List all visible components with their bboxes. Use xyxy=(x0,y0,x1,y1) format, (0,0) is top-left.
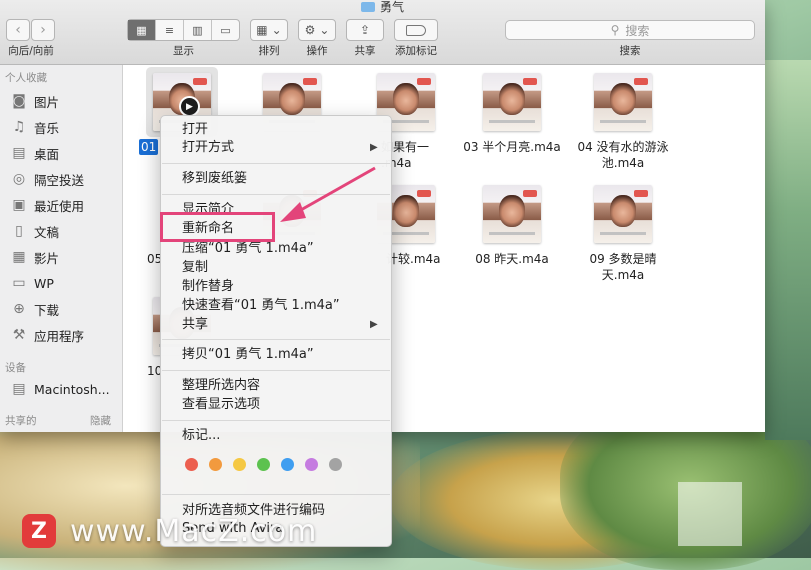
hard-drive-icon: ▤ xyxy=(12,381,26,397)
pointer-arrow-icon xyxy=(280,166,376,222)
tag-color-dot[interactable] xyxy=(209,458,222,471)
menu-item-copy[interactable]: 拷贝“01 勇气 1.m4a” xyxy=(182,346,314,364)
menu-separator xyxy=(162,494,390,495)
sidebar-item-music[interactable]: ♫ 音乐 xyxy=(10,117,59,137)
search-field[interactable]: ⚲ 搜索 xyxy=(505,20,755,40)
sidebar-item-documents[interactable]: ▯ 文稿 xyxy=(10,221,59,241)
menu-item-make-alias[interactable]: 制作替身 xyxy=(182,278,234,296)
wallpaper-area xyxy=(765,60,811,440)
menu-item-view-options[interactable]: 查看显示选项 xyxy=(182,396,260,414)
album-art-thumbnail xyxy=(483,185,541,243)
sidebar-item-desktop[interactable]: ▤ 桌面 xyxy=(10,143,59,163)
favorites-header: 个人收藏 xyxy=(5,72,47,84)
search-label: 搜索 xyxy=(619,45,641,57)
tag-color-dot[interactable] xyxy=(305,458,318,471)
recents-icon: ▣ xyxy=(12,197,26,213)
camera-icon: ◙ xyxy=(12,93,26,109)
sidebar-item-applications[interactable]: ⚒ 应用程序 xyxy=(10,325,84,345)
sidebar-item-pictures[interactable]: ◙ 图片 xyxy=(10,91,59,111)
share-icon: ⇪ xyxy=(359,23,371,37)
menu-item-compress[interactable]: 压缩“01 勇气 1.m4a” xyxy=(182,240,314,258)
tag-color-dot[interactable] xyxy=(233,458,246,471)
devices-header: 设备 xyxy=(5,362,26,374)
download-icon: ⊕ xyxy=(13,301,25,317)
gallery-view-icon[interactable]: ▭ xyxy=(212,20,239,40)
tag-color-dot[interactable] xyxy=(329,458,342,471)
music-note-icon: ♫ xyxy=(12,119,26,135)
tag-color-dot[interactable] xyxy=(281,458,294,471)
desktop-icon: ▤ xyxy=(12,145,26,161)
file-item[interactable]: 04 没有水的游泳 池.m4a xyxy=(568,73,678,171)
back-button[interactable]: ‹ xyxy=(6,19,30,41)
folder-icon: ▭ xyxy=(12,275,26,291)
tag-color-dot[interactable] xyxy=(185,458,198,471)
watermark-logo: Z xyxy=(22,514,56,548)
menu-item-open[interactable]: 打开 xyxy=(182,121,208,139)
folder-icon xyxy=(360,2,375,12)
watermark-text: www.MacZ.com xyxy=(70,513,318,549)
submenu-arrow-icon: ▶ xyxy=(370,142,378,153)
sidebar: 个人收藏 ◙ 图片 ♫ 音乐 ▤ 桌面 ◎ 隔空投送 ▣ 最近使用 ▯ 文稿 ▦ 影片 ▭ WP… xyxy=(0,65,123,432)
view-mode-selector[interactable]: ▦ ≡ ▥ ▭ xyxy=(127,19,240,41)
forward-button[interactable]: › xyxy=(31,19,55,41)
tag-color-dot[interactable] xyxy=(257,458,270,471)
file-item[interactable]: 03 半个月亮.m4a xyxy=(457,73,567,155)
album-art-thumbnail xyxy=(483,73,541,131)
sidebar-item-recents[interactable]: ▣ 最近使用 xyxy=(10,195,84,215)
arrange-button[interactable]: ▦ ⌄ xyxy=(250,19,288,41)
display-label: 显示 xyxy=(173,45,194,57)
icon-view-icon[interactable]: ▦ xyxy=(128,20,156,40)
sidebar-item-airdrop[interactable]: ◎ 隔空投送 xyxy=(10,169,84,189)
search-icon: ⚲ xyxy=(610,23,620,37)
tag-button[interactable] xyxy=(394,19,438,41)
sidebar-item-downloads[interactable]: ⊕ 下载 xyxy=(10,299,59,319)
play-icon[interactable]: ▶ xyxy=(179,96,200,117)
file-item[interactable]: 08 昨天.m4a xyxy=(457,185,567,267)
column-view-icon[interactable]: ▥ xyxy=(184,20,212,40)
rename-highlight-box xyxy=(160,212,275,242)
hide-toggle[interactable]: 隐藏 xyxy=(90,413,111,428)
chevron-down-icon: ⌄ xyxy=(319,23,330,37)
menu-item-clean-up[interactable]: 整理所选内容 xyxy=(182,377,260,395)
menu-separator xyxy=(162,420,390,421)
action-button[interactable]: ⚙ ⌄ xyxy=(298,19,336,41)
grid-icon: ▦ xyxy=(256,23,268,37)
watermark: Z www.MacZ.com xyxy=(22,508,317,554)
airdrop-icon: ◎ xyxy=(12,171,26,187)
menu-separator xyxy=(162,370,390,371)
menu-item-tags[interactable]: 标记... xyxy=(182,427,220,445)
menu-item-duplicate[interactable]: 复制 xyxy=(182,259,208,277)
document-icon: ▯ xyxy=(15,223,23,239)
toolbar: 勇气 ‹ › 向后/向前 ▦ ≡ ▥ ▭ 显示 ▦ ⌄ 排列 ⚙ ⌄ 操作 ⇪ 共享… xyxy=(0,0,765,65)
list-view-icon[interactable]: ≡ xyxy=(156,20,184,40)
action-label: 操作 xyxy=(306,45,328,57)
menu-item-move-to-trash[interactable]: 移到废纸篓 xyxy=(182,170,247,188)
menu-item-open-with[interactable]: 打开方式 xyxy=(182,139,234,157)
shared-header: 共享的 xyxy=(5,415,37,427)
nav-label: 向后/向前 xyxy=(8,45,54,57)
chevron-down-icon: ⌄ xyxy=(271,23,282,37)
menu-item-share[interactable]: 共享 xyxy=(182,316,208,334)
watermark-square xyxy=(678,482,742,546)
sidebar-item-macintosh[interactable]: ▤ Macintosh... xyxy=(10,379,109,399)
gear-icon: ⚙ xyxy=(304,23,316,37)
arrange-label: 排列 xyxy=(258,45,280,57)
menu-item-quick-look[interactable]: 快速查看“01 勇气 1.m4a” xyxy=(182,297,340,315)
file-item[interactable]: 09 多数是晴 天.m4a xyxy=(568,185,678,283)
album-art-thumbnail xyxy=(594,185,652,243)
share-label: 共享 xyxy=(354,45,376,57)
tag-icon xyxy=(406,24,426,36)
sidebar-item-movies[interactable]: ▦ 影片 xyxy=(10,247,59,267)
sidebar-item-wp[interactable]: ▭ WP xyxy=(10,273,54,293)
submenu-arrow-icon: ▶ xyxy=(370,319,378,330)
tag-label: 添加标记 xyxy=(395,45,437,57)
share-button[interactable]: ⇪ xyxy=(346,19,384,41)
applications-icon: ⚒ xyxy=(12,327,26,343)
menu-separator xyxy=(162,339,390,340)
film-icon: ▦ xyxy=(12,249,26,265)
album-art-thumbnail xyxy=(594,73,652,131)
window-title: 勇气 xyxy=(0,0,765,15)
